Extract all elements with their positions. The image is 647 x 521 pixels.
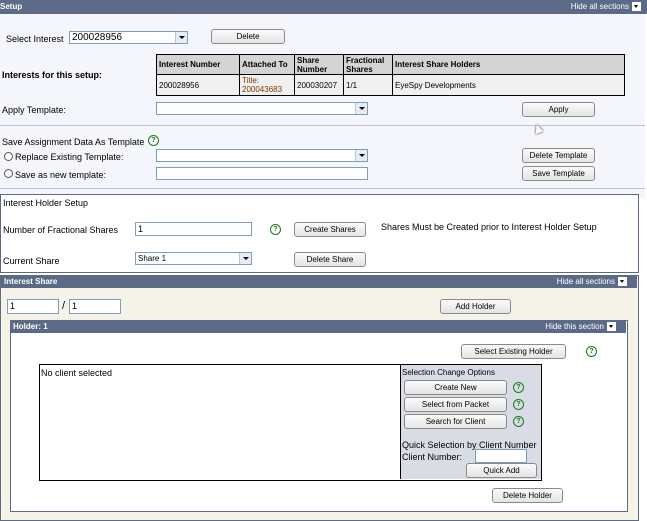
current-share-value: Share 1: [138, 254, 167, 263]
cell-fractional: 1/1: [343, 74, 393, 96]
cell-share-number: 200030207: [294, 74, 344, 96]
attached-to-link[interactable]: Title: 200043683: [242, 76, 282, 94]
save-template-button[interactable]: Save Template: [522, 166, 595, 181]
hide-this-label: Hide this section: [545, 322, 604, 331]
no-client-text: No client selected: [41, 368, 113, 378]
collapse-icon: [618, 277, 627, 287]
select-existing-holder-button[interactable]: Select Existing Holder: [461, 344, 566, 359]
col-interest-number: Interest Number: [156, 54, 240, 75]
create-new-button[interactable]: Create New: [404, 380, 507, 395]
num-fractional-input[interactable]: 1: [135, 222, 252, 236]
interest-holder-setup-title: Interest Holder Setup: [3, 198, 89, 208]
help-icon[interactable]: ?: [586, 346, 597, 357]
num-fractional-label: Number of Fractional Shares: [3, 225, 119, 235]
cell-interest-number: 200028956: [156, 74, 240, 96]
save-new-template-label: Save as new template:: [15, 170, 107, 180]
save-new-template-radio[interactable]: [4, 169, 13, 178]
share-numerator-input[interactable]: 1: [7, 299, 59, 314]
apply-button[interactable]: Apply: [522, 102, 595, 117]
delete-holder-button[interactable]: Delete Holder: [492, 488, 563, 503]
add-holder-button[interactable]: Add Holder: [440, 299, 511, 314]
hide-all-label: Hide all sections: [556, 277, 615, 286]
cell-holders: EyeSpy Developments: [392, 74, 625, 96]
select-interest-label: Select Interest: [6, 34, 64, 44]
hide-all-label: Hide all sections: [570, 2, 629, 11]
shares-note: Shares Must be Created prior to Interest…: [381, 222, 597, 232]
save-new-template-input[interactable]: [156, 167, 368, 180]
replace-template-radio[interactable]: [4, 152, 13, 161]
chevron-down-icon: [355, 103, 367, 114]
save-assignment-label: Save Assignment Data As Template: [2, 137, 145, 147]
help-icon[interactable]: ?: [513, 382, 524, 393]
replace-template-label: Replace Existing Template:: [15, 152, 124, 162]
col-attached-to: Attached To: [239, 54, 295, 75]
setup-title: Setup: [0, 2, 23, 11]
col-fractional-shares: Fractional Shares: [343, 54, 393, 75]
chevron-down-icon: [239, 253, 251, 264]
interest-share-header: Interest Share Hide all sections: [1, 276, 637, 288]
divider: [0, 125, 645, 126]
apply-template-label: Apply Template:: [2, 105, 66, 115]
share-denominator-input[interactable]: 1: [69, 299, 121, 314]
help-icon[interactable]: ?: [148, 135, 159, 146]
current-share-label: Current Share: [3, 256, 60, 266]
col-share-number: Share Number: [294, 54, 344, 75]
setup-header: Setup Hide all sections: [0, 0, 647, 14]
select-interest-value: 200028956: [72, 32, 123, 43]
chevron-down-icon: [355, 150, 367, 161]
current-share-dropdown[interactable]: Share 1: [135, 252, 252, 265]
fraction-slash: /: [62, 300, 66, 312]
interests-table: Interest Number Attached To Share Number…: [156, 54, 625, 96]
select-from-packet-button[interactable]: Select from Packet: [404, 397, 507, 412]
replace-template-dropdown[interactable]: [156, 149, 368, 162]
col-holders: Interest Share Holders: [392, 54, 625, 75]
client-number-input[interactable]: [475, 449, 527, 463]
interests-label: Interests for this setup:: [2, 70, 103, 80]
apply-template-dropdown[interactable]: [156, 102, 368, 115]
interest-share-hide-all[interactable]: Hide all sections: [557, 276, 627, 288]
quick-add-button[interactable]: Quick Add: [466, 463, 537, 478]
cell-attached-to[interactable]: Title: 200043683: [239, 74, 295, 96]
client-number-label: Client Number:: [402, 452, 463, 462]
hide-all-sections-toggle[interactable]: Hide all sections: [571, 0, 641, 14]
table-row: 200028956 Title: 200043683 200030207 1/1…: [156, 74, 625, 96]
delete-share-button[interactable]: Delete Share: [294, 252, 366, 267]
delete-interest-button[interactable]: Delete: [211, 29, 285, 44]
help-icon[interactable]: ?: [513, 399, 524, 410]
hide-this-section-toggle[interactable]: Hide this section: [545, 321, 616, 333]
divider: [0, 188, 645, 189]
search-for-client-button[interactable]: Search for Client: [404, 414, 507, 429]
delete-template-button[interactable]: Delete Template: [522, 148, 595, 163]
collapse-icon: [607, 322, 616, 332]
collapse-icon: [632, 2, 641, 12]
chevron-down-icon: [175, 32, 187, 43]
help-icon[interactable]: ?: [270, 224, 281, 235]
select-interest-dropdown[interactable]: 200028956: [69, 31, 188, 44]
holder-header: Holder: 1 Hide this section: [11, 321, 626, 333]
holder-title: Holder: 1: [13, 322, 48, 331]
create-shares-button[interactable]: Create Shares: [294, 222, 366, 237]
selection-options-title: Selection Change Options: [402, 368, 495, 377]
help-icon[interactable]: ?: [513, 416, 524, 427]
interest-share-title: Interest Share: [4, 277, 58, 286]
